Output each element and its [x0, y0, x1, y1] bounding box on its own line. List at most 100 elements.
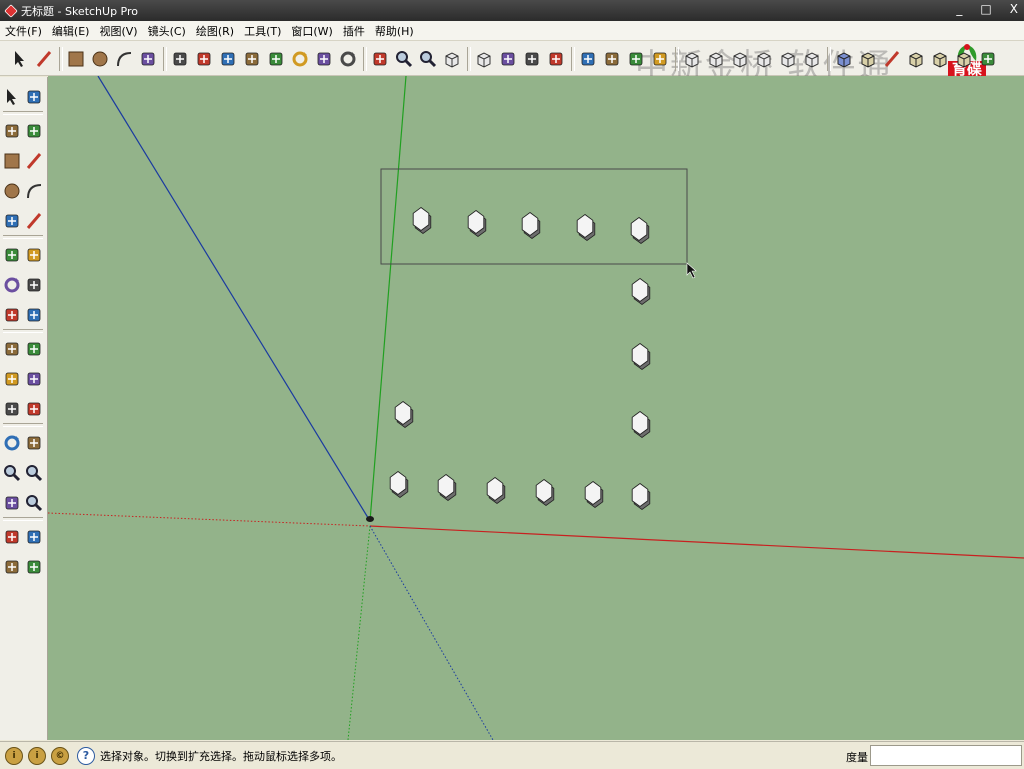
hexagonal-prism[interactable]: [437, 473, 457, 501]
close-button[interactable]: X: [1010, 2, 1018, 16]
position-camera-tool-button[interactable]: [1, 525, 23, 549]
menu-tools[interactable]: 工具(T): [239, 23, 286, 39]
hexagonal-prism[interactable]: [631, 342, 651, 370]
3d-text-tool-button[interactable]: [23, 397, 45, 421]
walk-tool-button[interactable]: [1, 555, 23, 579]
make-component-tool-button[interactable]: [23, 85, 45, 109]
select-tool-button[interactable]: [9, 48, 31, 70]
import-tool-button[interactable]: [601, 48, 623, 70]
offset-tool-button[interactable]: [23, 303, 45, 327]
tape-measure-tool-button[interactable]: [1, 337, 23, 361]
wireframe-tool-button[interactable]: [857, 48, 879, 70]
zoom-window-tool-button[interactable]: [23, 461, 45, 485]
rectangle-tool-button[interactable]: [65, 48, 87, 70]
tape-measure-tool-button[interactable]: [193, 48, 215, 70]
front-view-tool-button[interactable]: [729, 48, 751, 70]
previous-view-tool-button[interactable]: [441, 48, 463, 70]
shaded-textures-tool-button[interactable]: [929, 48, 951, 70]
circle-tool-button[interactable]: [1, 179, 23, 203]
arc-tool-button[interactable]: [113, 48, 135, 70]
drawing-area[interactable]: [48, 76, 1024, 740]
next-view-tool-button[interactable]: [473, 48, 495, 70]
help-icon[interactable]: ?: [77, 746, 95, 765]
circle-tool-button[interactable]: [89, 48, 111, 70]
paint-bucket-tool-button[interactable]: [217, 48, 239, 70]
menu-file[interactable]: 文件(F): [0, 23, 47, 39]
hexagonal-prism[interactable]: [630, 216, 650, 244]
left-view-tool-button[interactable]: [801, 48, 823, 70]
minimize-button[interactable]: _: [956, 2, 962, 16]
hexagonal-prism[interactable]: [576, 213, 596, 241]
line-tool-button[interactable]: [33, 48, 55, 70]
section-plane-tool-button[interactable]: [23, 555, 45, 579]
menu-window[interactable]: 窗口(W): [286, 23, 337, 39]
menu-draw[interactable]: 绘图(R): [191, 23, 239, 39]
push-pull-tool-button[interactable]: [241, 48, 263, 70]
scene-canvas[interactable]: [48, 76, 1024, 740]
hexagonal-prism[interactable]: [584, 480, 604, 508]
get-photo-texture-tool-button[interactable]: [545, 48, 567, 70]
axes-tool-button[interactable]: [1, 397, 23, 421]
menu-plugins[interactable]: 插件: [338, 23, 370, 39]
select-tool-button[interactable]: [1, 85, 23, 109]
rotate-tool-button[interactable]: [1, 273, 23, 297]
monochrome-tool-button[interactable]: [953, 48, 975, 70]
paint-bucket-tool-button[interactable]: [1, 119, 23, 143]
hexagonal-prism[interactable]: [631, 410, 651, 438]
share-model-tool-button[interactable]: [521, 48, 543, 70]
eraser-tool-button[interactable]: [169, 48, 191, 70]
hidden-line-tool-button[interactable]: [881, 48, 903, 70]
pan-tool-button[interactable]: [23, 431, 45, 455]
add-location-tool-button[interactable]: [577, 48, 599, 70]
menu-camera[interactable]: 镜头(C): [143, 23, 191, 39]
zoom-extents-tool-button[interactable]: [417, 48, 439, 70]
menu-edit[interactable]: 编辑(E): [47, 23, 95, 39]
push-pull-tool-button[interactable]: [23, 243, 45, 267]
orbit-tool-button[interactable]: [1, 431, 23, 455]
measurements-input[interactable]: [870, 745, 1022, 766]
scale-tool-button[interactable]: [1, 303, 23, 327]
maximize-button[interactable]: □: [980, 2, 991, 16]
hexagonal-prism[interactable]: [389, 470, 409, 498]
arc-tool-button[interactable]: [23, 179, 45, 203]
protractor-tool-button[interactable]: [1, 367, 23, 391]
zoom-tool-button[interactable]: [393, 48, 415, 70]
iso-view-tool-button[interactable]: [681, 48, 703, 70]
move-tool-button[interactable]: [265, 48, 287, 70]
hexagonal-prism[interactable]: [521, 211, 541, 239]
freehand-tool-button[interactable]: [23, 209, 45, 233]
right-view-tool-button[interactable]: [753, 48, 775, 70]
credits-icon[interactable]: ©: [51, 746, 69, 765]
section-tool-button[interactable]: [977, 48, 999, 70]
info-icon[interactable]: i: [28, 746, 46, 765]
hexagonal-prism[interactable]: [412, 206, 432, 234]
hexagonal-prism[interactable]: [467, 209, 487, 237]
hexagonal-prism[interactable]: [631, 277, 651, 305]
menu-help[interactable]: 帮助(H): [370, 23, 419, 39]
follow-me-tool-button[interactable]: [313, 48, 335, 70]
polygon-tool-button[interactable]: [1, 209, 23, 233]
export-tool-button[interactable]: [625, 48, 647, 70]
shaded-tool-button[interactable]: [905, 48, 927, 70]
hexagonal-prism[interactable]: [631, 482, 651, 510]
rotate-tool-button[interactable]: [289, 48, 311, 70]
dimension-tool-button[interactable]: [23, 337, 45, 361]
menu-view[interactable]: 视图(V): [94, 23, 142, 39]
previous-tool-button[interactable]: [1, 491, 23, 515]
hexagonal-prism[interactable]: [486, 476, 506, 504]
make-component-tool-button[interactable]: [137, 48, 159, 70]
get-models-tool-button[interactable]: [497, 48, 519, 70]
text-tool-button[interactable]: [23, 367, 45, 391]
eraser-tool-button[interactable]: [23, 119, 45, 143]
xray-tool-button[interactable]: [833, 48, 855, 70]
zoom-extents-tool-button[interactable]: [23, 491, 45, 515]
back-view-tool-button[interactable]: [777, 48, 799, 70]
line-tool-button[interactable]: [23, 149, 45, 173]
top-view-tool-button[interactable]: [705, 48, 727, 70]
model-info-tool-button[interactable]: [649, 48, 671, 70]
hexagonal-prism[interactable]: [394, 400, 414, 428]
look-around-tool-button[interactable]: [23, 525, 45, 549]
orbit-tool-button[interactable]: [337, 48, 359, 70]
rectangle-tool-button[interactable]: [1, 149, 23, 173]
zoom-tool-button[interactable]: [1, 461, 23, 485]
